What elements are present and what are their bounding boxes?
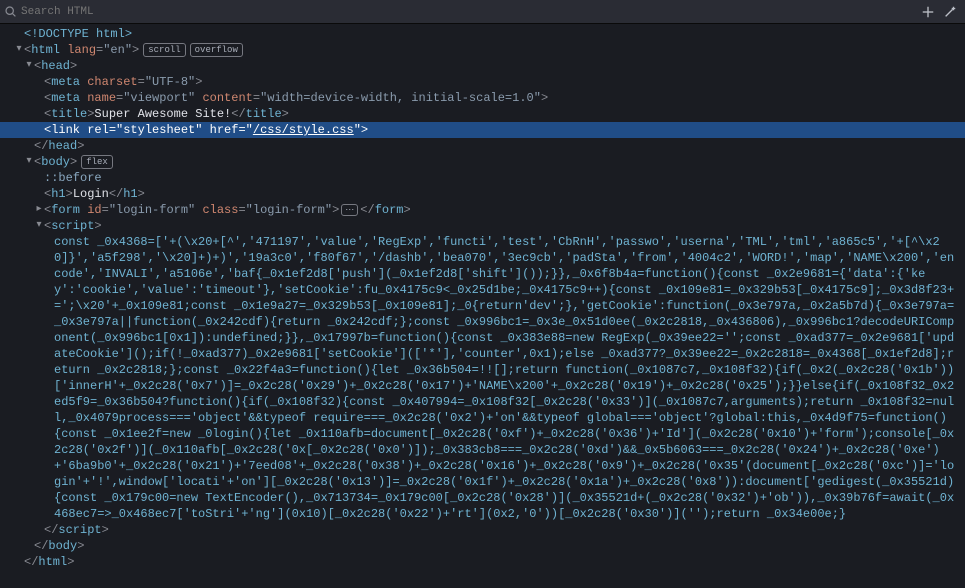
- html-close[interactable]: </html>: [0, 554, 965, 570]
- toolbar: [0, 0, 965, 24]
- toolbar-actions: [921, 5, 961, 19]
- wand-icon[interactable]: [943, 5, 957, 19]
- flex-badge: flex: [81, 155, 113, 169]
- form-node[interactable]: ▸ <form id="login-form" class="login-for…: [0, 202, 965, 218]
- doctype-node[interactable]: <!DOCTYPE html>: [0, 26, 965, 42]
- pseudo-before[interactable]: ::before: [0, 170, 965, 186]
- meta-charset[interactable]: <meta charset="UTF-8">: [0, 74, 965, 90]
- title-node[interactable]: <title>Super Awesome Site!</title>: [0, 106, 965, 122]
- ellipsis-badge[interactable]: ⋯: [341, 204, 358, 216]
- twisty-icon[interactable]: ▾: [34, 218, 44, 234]
- script-close[interactable]: </script>: [0, 522, 965, 538]
- scroll-badge: scroll: [143, 43, 185, 57]
- head-close[interactable]: </head>: [0, 138, 965, 154]
- dom-tree[interactable]: <!DOCTYPE html> ▾ <html lang="en"> scrol…: [0, 24, 965, 572]
- body-open[interactable]: ▾ <body> flex: [0, 154, 965, 170]
- add-icon[interactable]: [921, 5, 935, 19]
- search-area: [4, 5, 921, 18]
- overflow-badge: overflow: [190, 43, 243, 57]
- twisty-icon[interactable]: ▾: [24, 154, 34, 170]
- script-content[interactable]: const _0x4368=['+(\x20+[^','471197','val…: [0, 234, 965, 522]
- body-close[interactable]: </body>: [0, 538, 965, 554]
- html-open[interactable]: ▾ <html lang="en"> scroll overflow: [0, 42, 965, 58]
- meta-viewport[interactable]: <meta name="viewport" content="width=dev…: [0, 90, 965, 106]
- head-open[interactable]: ▾ <head>: [0, 58, 965, 74]
- twisty-icon[interactable]: ▸: [34, 202, 44, 218]
- search-input[interactable]: [21, 6, 921, 18]
- search-icon: [4, 5, 17, 18]
- h1-node[interactable]: <h1>Login</h1>: [0, 186, 965, 202]
- link-stylesheet[interactable]: <link rel="stylesheet" href="/css/style.…: [0, 122, 965, 138]
- script-open[interactable]: ▾ <script>: [0, 218, 965, 234]
- twisty-icon[interactable]: ▾: [24, 58, 34, 74]
- twisty-icon[interactable]: ▾: [14, 42, 24, 58]
